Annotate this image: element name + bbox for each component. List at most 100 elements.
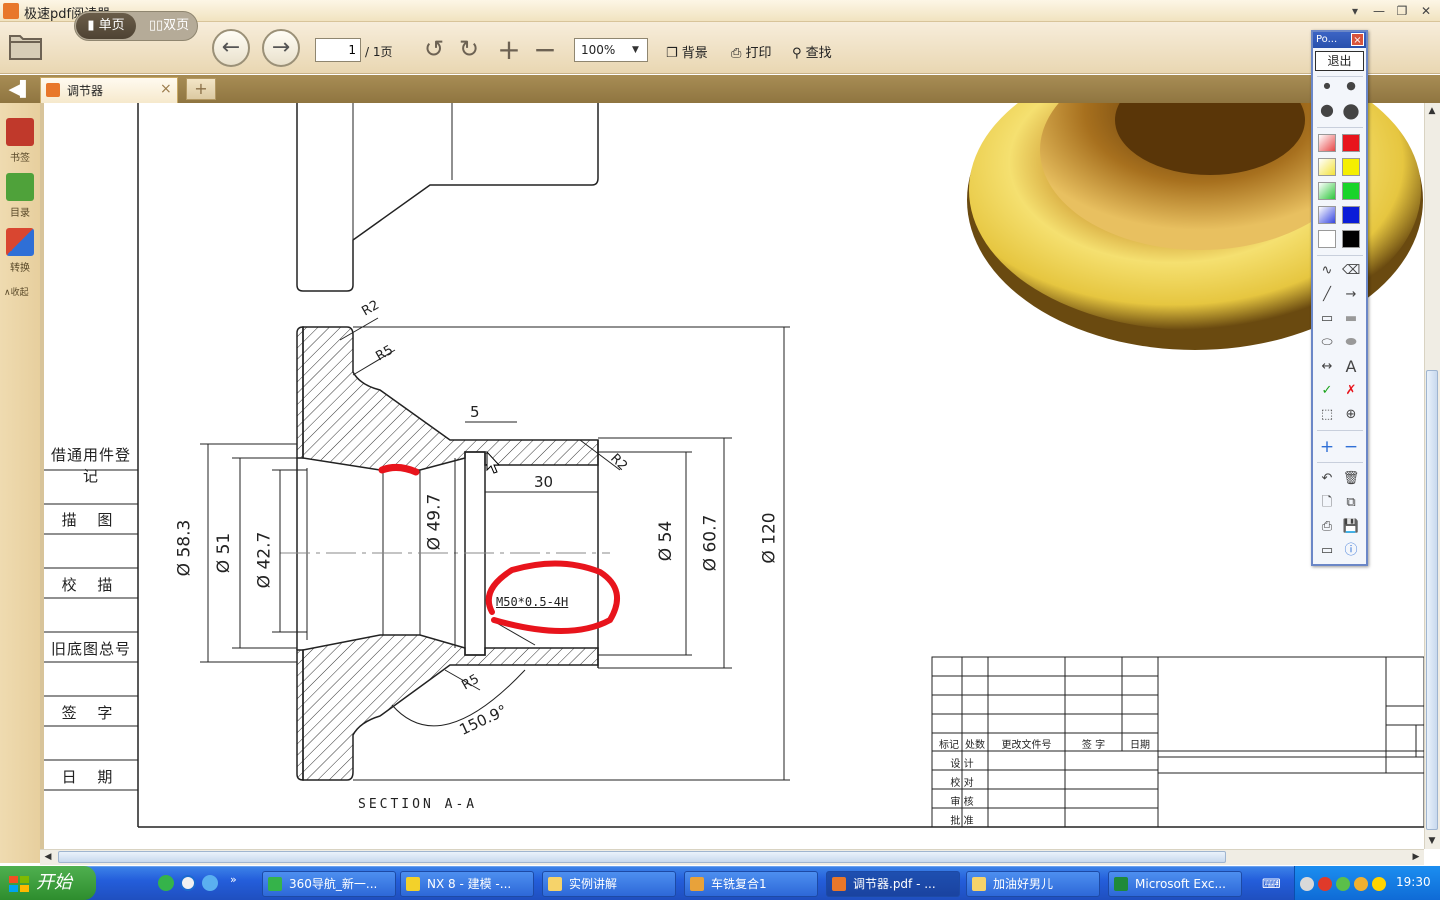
vertical-scroll-thumb[interactable] <box>1426 370 1438 830</box>
panel-divider <box>1317 127 1363 128</box>
taskbar-item[interactable]: 加油好男儿 <box>966 871 1100 897</box>
prev-page-button[interactable]: ← <box>212 29 250 67</box>
scroll-down-icon[interactable]: ▼ <box>1424 833 1440 849</box>
sidebar-item-convert[interactable]: 转换 <box>0 259 40 274</box>
filled-rectangle-tool-icon[interactable]: ▬ <box>1342 310 1360 328</box>
line-tool-icon[interactable]: ╱ <box>1318 286 1336 304</box>
bookmark-icon[interactable] <box>6 118 34 146</box>
rectangle-tool-icon[interactable]: ▭ <box>1318 310 1336 328</box>
sidebar-item-bookmarks[interactable]: 书签 <box>0 149 40 164</box>
checkmark-icon[interactable]: ✓ <box>1318 382 1336 400</box>
color-green-light-swatch[interactable] <box>1318 182 1336 200</box>
dim-30: 30 <box>534 473 554 491</box>
color-green-swatch[interactable] <box>1342 182 1360 200</box>
tab-document[interactable] <box>40 77 178 103</box>
trash-icon[interactable]: 🗑 <box>1342 470 1360 488</box>
tray-app-icon[interactable] <box>1318 877 1332 891</box>
minimize-button[interactable]: — <box>1369 1 1389 21</box>
taskbar-item[interactable]: 车铣复合1 <box>684 871 818 897</box>
plus-icon[interactable]: + <box>1318 438 1336 456</box>
select-area-icon[interactable]: ⬚ <box>1318 406 1336 424</box>
color-blue-light-swatch[interactable] <box>1318 206 1336 224</box>
keyboard-icon[interactable]: ⌨ <box>1262 877 1281 892</box>
close-button[interactable]: ✕ <box>1416 1 1436 21</box>
title-block-header: 日期 <box>1130 740 1150 751</box>
next-page-button[interactable]: → <box>262 29 300 67</box>
open-folder-icon[interactable] <box>8 30 44 62</box>
restore-button[interactable]: ❐ <box>1392 1 1412 21</box>
scroll-right-icon[interactable]: ▶ <box>1408 849 1424 865</box>
new-page-icon[interactable]: 🗋 <box>1318 494 1336 512</box>
pen-size-l-icon[interactable]: ● <box>1342 100 1360 120</box>
cross-mark-icon[interactable]: ✗ <box>1342 382 1360 400</box>
zoom-out-icon[interactable]: − <box>532 33 558 66</box>
collapse-sidebar-icon[interactable]: ◀▌ <box>4 78 36 100</box>
color-red-light-swatch[interactable] <box>1318 134 1336 152</box>
taskbar-item[interactable]: 实例讲解 <box>542 871 676 897</box>
page-number-input[interactable] <box>315 38 361 62</box>
window-menu-button[interactable]: ▾ <box>1345 1 1365 21</box>
convert-icon[interactable] <box>6 228 34 256</box>
panel-divider <box>1317 430 1363 431</box>
zoom-in-icon[interactable]: + <box>496 33 522 66</box>
quicklaunch-browser-icon[interactable] <box>202 875 218 891</box>
pen-size-m-icon[interactable]: ● <box>1318 101 1336 119</box>
tray-network-icon[interactable] <box>1300 877 1314 891</box>
quicklaunch-360-icon[interactable] <box>158 875 174 891</box>
side-table-cell: 日 期 <box>61 768 121 786</box>
pen-size-xs-icon[interactable]: ● <box>1318 77 1336 95</box>
printer-icon[interactable]: ⎙ <box>1318 518 1336 536</box>
pdf-canvas[interactable]: R2 R5 5 R2 30 Ø 58.3 Ø 51 Ø 42.7 Ø 49.7 … <box>44 103 1424 849</box>
find-button[interactable]: ⚲ 查找 <box>792 42 832 61</box>
tray-qq-icon[interactable] <box>1372 877 1386 891</box>
copy-icon[interactable]: ⧉ <box>1342 494 1360 512</box>
quicklaunch-more-icon[interactable]: » <box>230 873 237 886</box>
scroll-up-icon[interactable]: ▲ <box>1424 103 1440 119</box>
screen-icon[interactable]: ▭ <box>1318 542 1336 560</box>
taskbar-item[interactable]: 360导航_新一... <box>262 871 396 897</box>
print-button[interactable]: ⎙ 打印 <box>731 42 772 61</box>
arrow-tool-icon[interactable]: → <box>1342 286 1360 304</box>
color-white-swatch[interactable] <box>1318 230 1336 248</box>
save-icon[interactable]: 💾 <box>1342 518 1360 536</box>
tab-close-icon[interactable]: × <box>160 81 172 97</box>
sidebar-item-toc[interactable]: 目录 <box>0 204 40 219</box>
info-icon[interactable]: ⓘ <box>1342 542 1360 560</box>
taskbar-item-active[interactable]: 调节器.pdf - ... <box>826 871 960 897</box>
pen-size-s-icon[interactable]: ● <box>1342 77 1360 95</box>
dim-d60-7: Ø 60.7 <box>700 514 721 572</box>
freehand-pen-icon[interactable]: ∿ <box>1318 262 1336 280</box>
sidebar-collapse-button[interactable]: ∧收起 <box>4 285 29 298</box>
horizontal-scroll-thumb[interactable] <box>58 851 1226 863</box>
single-page-button[interactable]: ▮ 单页 <box>76 13 136 39</box>
tray-app-icon[interactable] <box>1354 877 1368 891</box>
new-tab-button[interactable]: + <box>186 78 216 100</box>
color-red-swatch[interactable] <box>1342 134 1360 152</box>
undo-icon[interactable]: ↶ <box>1318 470 1336 488</box>
exit-button[interactable]: 退出 <box>1315 51 1364 71</box>
double-page-button[interactable]: ▯▯双页 <box>142 13 196 39</box>
eraser-icon[interactable]: ⌫ <box>1342 262 1360 280</box>
rotate-left-icon[interactable]: ↺ <box>421 35 447 63</box>
quicklaunch-sogou-icon[interactable] <box>180 875 196 891</box>
panel-close-icon[interactable]: × <box>1351 33 1364 46</box>
color-black-swatch[interactable] <box>1342 230 1360 248</box>
taskbar-item[interactable]: Microsoft Exc... <box>1108 871 1242 897</box>
double-arrow-tool-icon[interactable]: ↔ <box>1318 358 1336 376</box>
background-button[interactable]: ❐ 背景 <box>666 42 708 61</box>
scroll-left-icon[interactable]: ◀ <box>40 849 56 865</box>
toc-icon[interactable] <box>6 173 34 201</box>
tray-app-icon[interactable] <box>1336 877 1350 891</box>
rotate-right-icon[interactable]: ↻ <box>456 35 482 63</box>
color-yellow-light-swatch[interactable] <box>1318 158 1336 176</box>
zoom-area-icon[interactable]: ⊕ <box>1342 406 1360 424</box>
text-tool-icon[interactable]: A <box>1342 358 1360 376</box>
taskbar-item[interactable]: NX 8 - 建模 -... <box>400 871 534 897</box>
minus-icon[interactable]: − <box>1342 438 1360 456</box>
ellipse-tool-icon[interactable]: ⬭ <box>1318 334 1336 352</box>
color-yellow-swatch[interactable] <box>1342 158 1360 176</box>
color-blue-swatch[interactable] <box>1342 206 1360 224</box>
chevron-down-icon[interactable]: ▼ <box>632 45 639 55</box>
filled-ellipse-tool-icon[interactable]: ⬬ <box>1342 334 1360 352</box>
title-block-header: 更改文件号 <box>1001 740 1052 751</box>
